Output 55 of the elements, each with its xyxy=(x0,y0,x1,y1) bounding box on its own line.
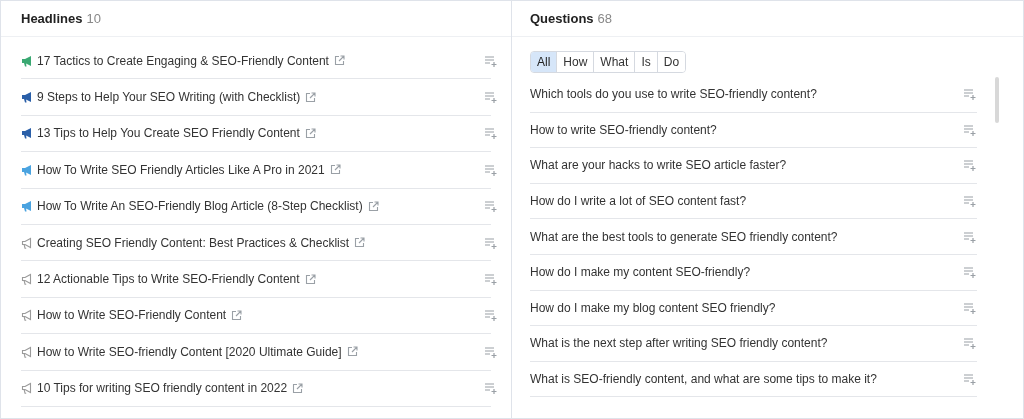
external-link-icon[interactable] xyxy=(333,55,345,67)
headline-link[interactable]: 10 Tips for writing SEO friendly content in 2022 xyxy=(37,379,288,398)
add-to-list-icon[interactable] xyxy=(484,236,498,249)
headline-link[interactable]: How To Write SEO Friendly Articles Like A Pro in 2021 xyxy=(37,160,325,179)
add-to-list-icon[interactable] xyxy=(963,266,977,279)
add-to-list-icon[interactable] xyxy=(484,54,498,67)
external-link-icon[interactable] xyxy=(346,346,358,358)
question-link[interactable]: What are the best tools to generate SEO friendly content? xyxy=(530,227,838,246)
headline-link[interactable]: Creating SEO Friendly Content: Best Practices & Checklist xyxy=(37,233,350,252)
headline-link[interactable]: How to Write SEO-friendly Content [2020 Ultimate Guide] xyxy=(37,342,342,361)
add-to-list-icon[interactable] xyxy=(484,345,498,358)
question-link[interactable]: What is the next step after writing SEO friendly content? xyxy=(530,334,828,353)
question-link[interactable]: How do I make my blog content SEO friendly? xyxy=(530,298,776,317)
external-link-icon[interactable] xyxy=(329,164,341,176)
external-link-icon[interactable] xyxy=(292,382,304,394)
headline-link[interactable]: How to Write SEO-Friendly Content xyxy=(37,306,227,325)
add-to-list-icon[interactable] xyxy=(484,91,498,104)
filter-tab[interactable]: Do xyxy=(656,52,686,72)
external-link-icon[interactable] xyxy=(304,273,316,285)
headline-link[interactable]: How To Write An SEO-Friendly Blog Article (8-Step Checklist) xyxy=(37,197,363,216)
add-to-list-icon[interactable] xyxy=(963,88,977,101)
filter-tab[interactable]: All xyxy=(531,52,557,72)
panel-title: Headlines xyxy=(21,9,83,28)
external-link-icon[interactable] xyxy=(231,309,243,321)
add-to-list-icon[interactable] xyxy=(963,123,977,136)
question-link[interactable]: How to write SEO-friendly content? xyxy=(530,120,717,139)
question-link[interactable]: Which tools do you use to write SEO-friendly content? xyxy=(530,85,817,104)
panel-title: Questions xyxy=(530,9,594,28)
add-to-list-icon[interactable] xyxy=(484,127,498,140)
external-link-icon[interactable] xyxy=(305,91,317,103)
add-to-list-icon[interactable] xyxy=(484,163,498,176)
headline-link[interactable]: 12 Actionable Tips to Write SEO-Friendly Content xyxy=(37,270,300,289)
add-to-list-icon[interactable] xyxy=(484,382,498,395)
question-link[interactable]: What are your hacks to write SEO article faster? xyxy=(530,156,787,175)
external-link-icon[interactable] xyxy=(304,127,316,139)
external-link-icon[interactable] xyxy=(367,200,379,212)
add-to-list-icon[interactable] xyxy=(484,309,498,322)
item-count: 68 xyxy=(597,9,613,28)
add-to-list-icon[interactable] xyxy=(963,159,977,172)
question-link[interactable]: How do I write a lot of SEO content fast? xyxy=(530,192,747,211)
add-to-list-icon[interactable] xyxy=(484,200,498,213)
add-to-list-icon[interactable] xyxy=(963,301,977,314)
headline-link[interactable]: 17 Tactics to Create Engaging & SEO-Friendly Content xyxy=(37,51,329,70)
add-to-list-icon[interactable] xyxy=(963,337,977,350)
add-to-list-icon[interactable] xyxy=(963,230,977,243)
headline-link[interactable]: 9 Steps to Help Your SEO Writing (with Checklist) xyxy=(37,88,301,107)
question-link[interactable]: How do I make my content SEO-friendly? xyxy=(530,263,751,282)
question-link[interactable]: What is SEO-friendly content, and what are some tips to make it? xyxy=(530,370,877,389)
external-link-icon[interactable] xyxy=(354,237,366,249)
add-to-list-icon[interactable] xyxy=(963,373,977,386)
add-to-list-icon[interactable] xyxy=(484,273,498,286)
add-to-list-icon[interactable] xyxy=(963,195,977,208)
item-count: 10 xyxy=(86,9,101,28)
scrollbar[interactable] xyxy=(995,77,999,123)
headline-link[interactable]: 13 Tips to Help You Create SEO Friendly Content xyxy=(37,124,300,143)
